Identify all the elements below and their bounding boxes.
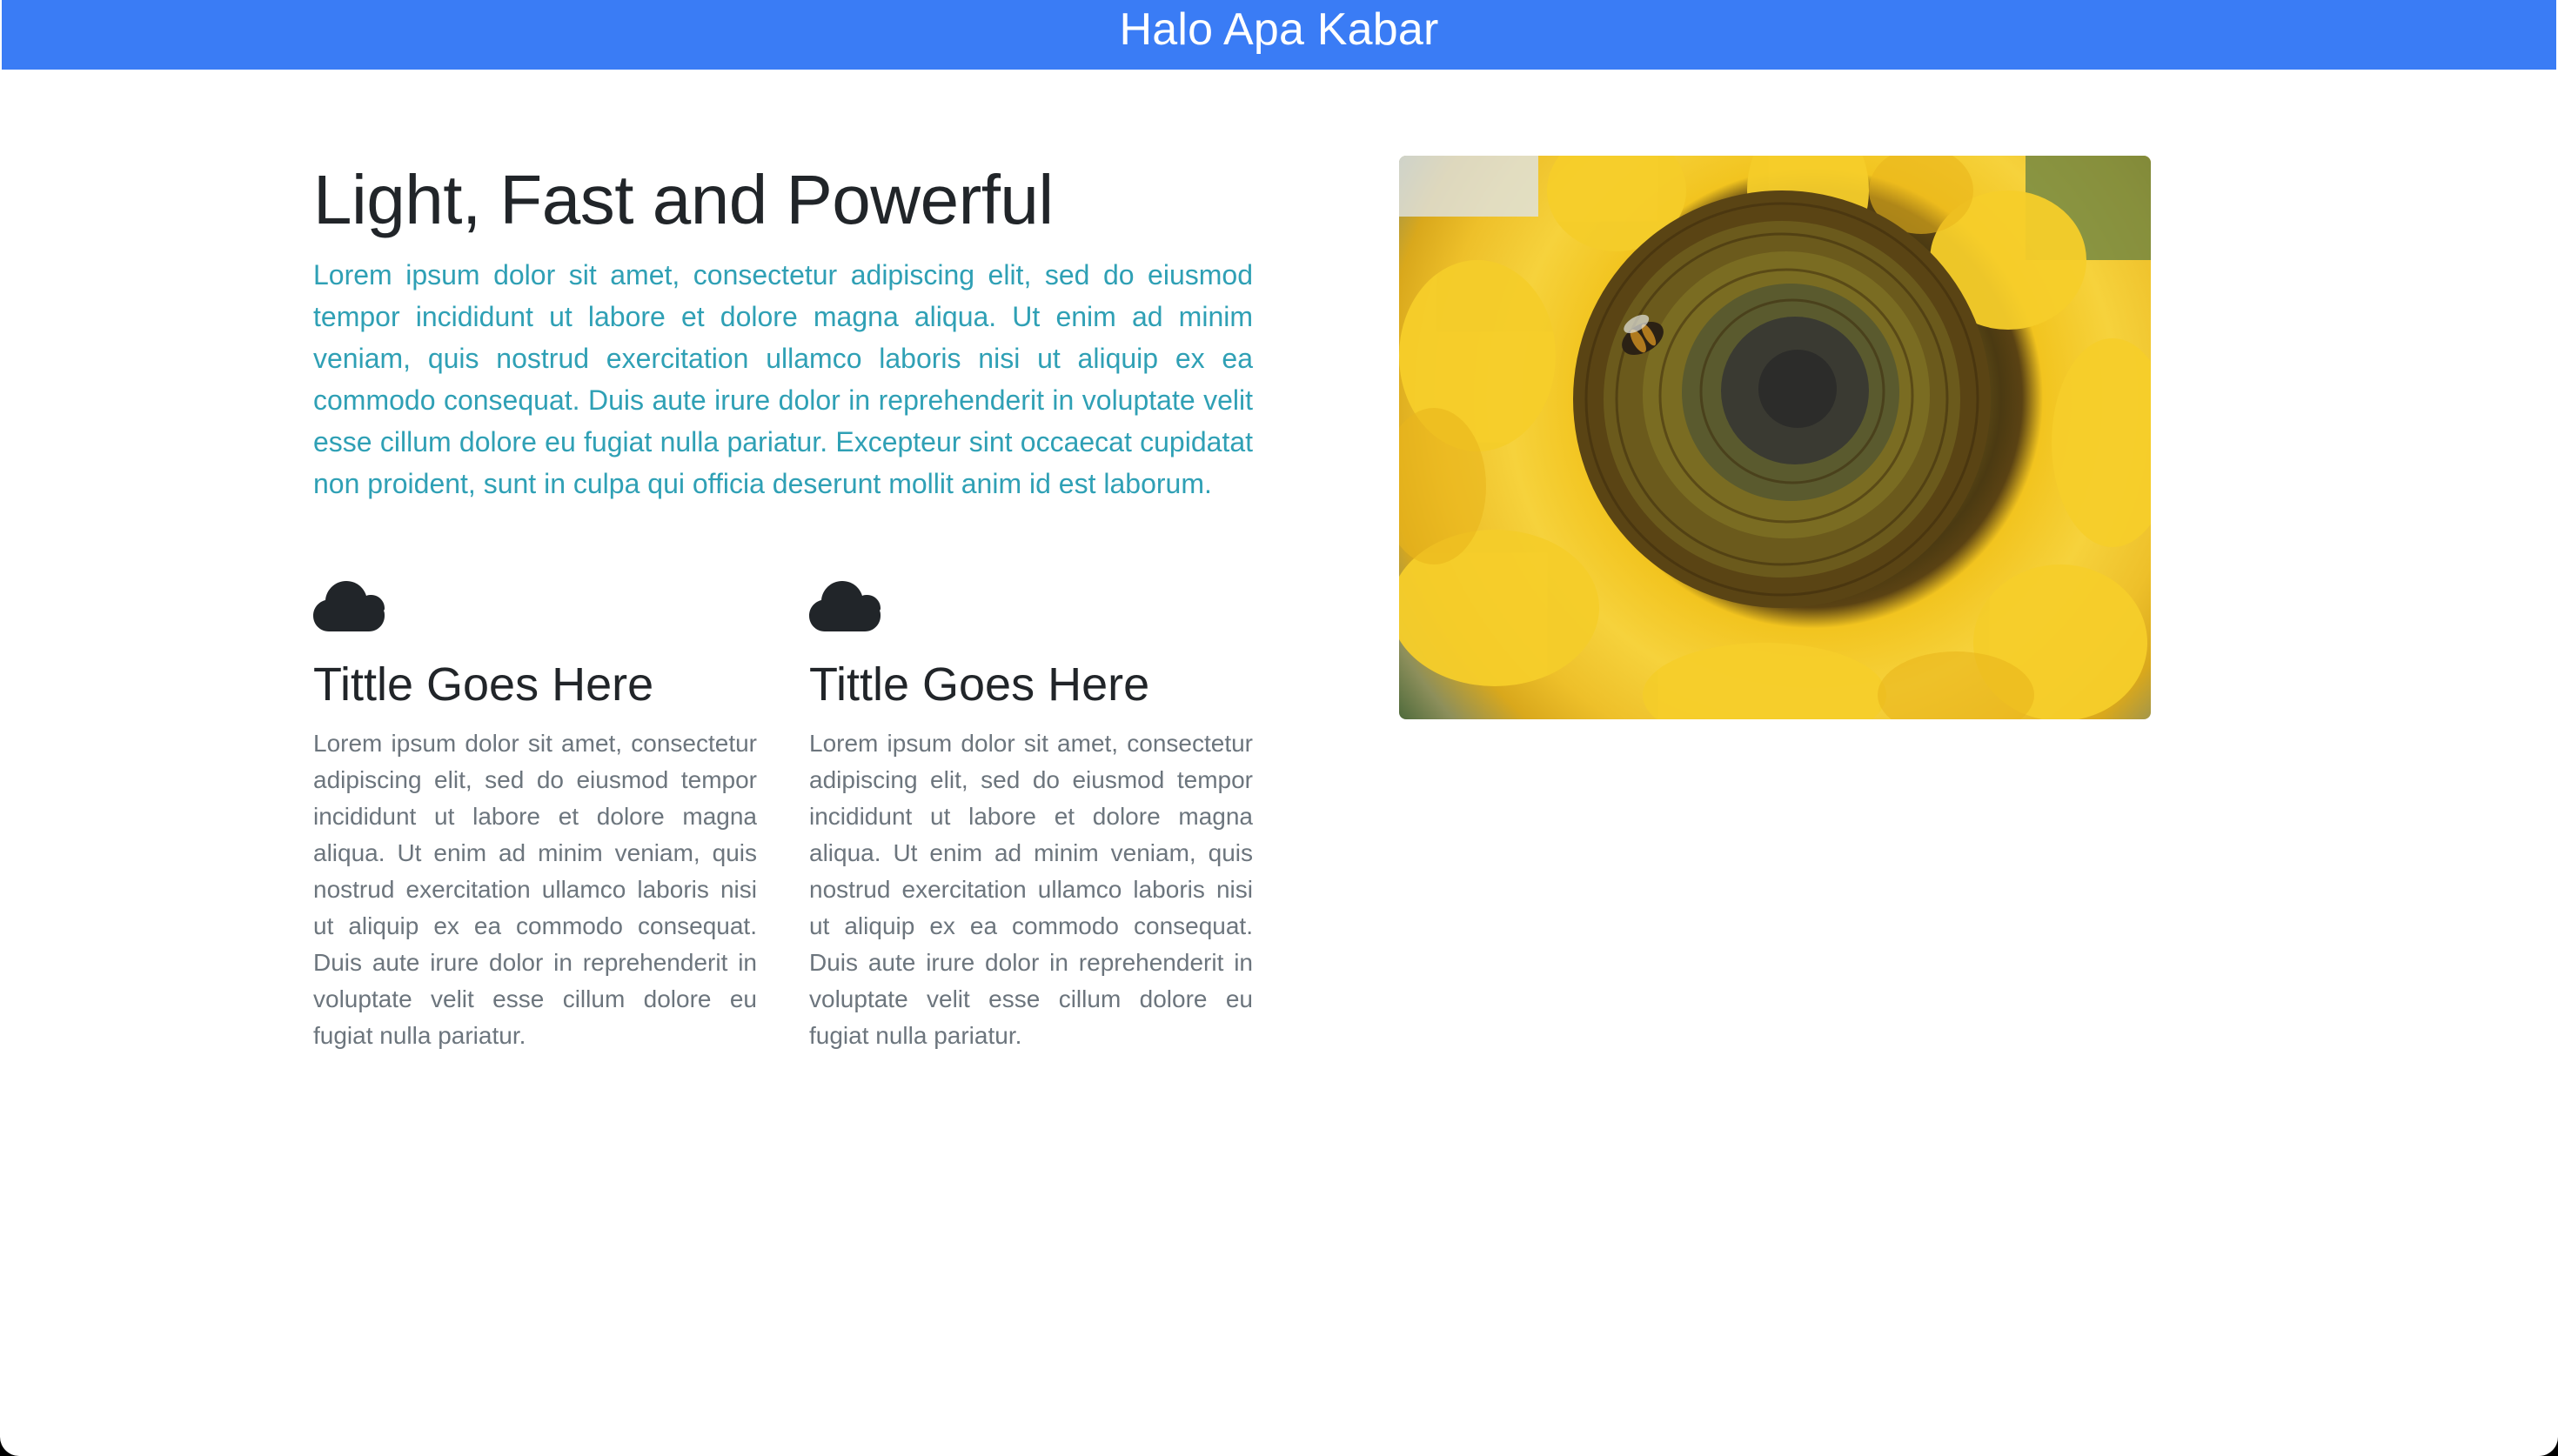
header-title: Halo Apa Kabar: [1119, 4, 1439, 55]
feature-title: Tittle Goes Here: [809, 658, 1150, 711]
feature-text: Lorem ipsum dolor sit amet, consectetur …: [809, 730, 1253, 1049]
cloud-icon: [313, 581, 385, 631]
feature-title: Tittle Goes Here: [313, 658, 654, 711]
hero-headline: Light, Fast and Powerful: [313, 161, 1054, 238]
sunflower-photo: [1399, 156, 2151, 719]
feature-card-1: Tittle Goes Here Lorem ipsum dolor sit a…: [313, 581, 757, 1049]
sunflower-illustration: [1399, 156, 2151, 719]
hero-lead-paragraph: Lorem ipsum dolor sit amet, consectetur …: [313, 259, 1253, 499]
page: Halo Apa Kabar Light, Fast and Powerful …: [0, 0, 2558, 1456]
feature-text: Lorem ipsum dolor sit amet, consectetur …: [313, 730, 757, 1049]
feature-card-2: Tittle Goes Here Lorem ipsum dolor sit a…: [809, 581, 1253, 1049]
top-header-bar: Halo Apa Kabar: [2, 0, 2556, 70]
cloud-icon: [809, 581, 881, 631]
